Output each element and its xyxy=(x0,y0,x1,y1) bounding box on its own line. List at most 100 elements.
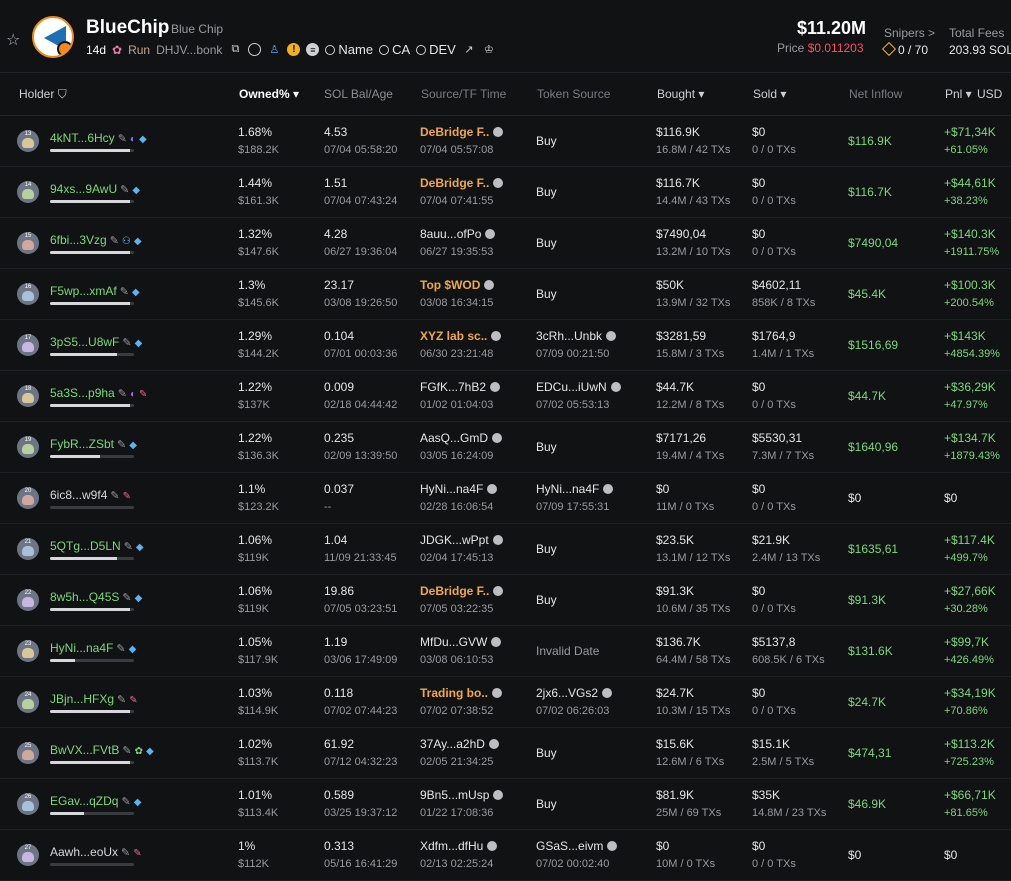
funding-source[interactable]: HyNi...na4F xyxy=(420,482,498,496)
warning-icon[interactable]: ! xyxy=(287,43,301,56)
holder-address[interactable]: 6ic8...w9f4 ✎ ✎ xyxy=(50,488,131,502)
filter-icon[interactable]: ⛉ xyxy=(58,87,67,101)
search-ca-link[interactable]: CA xyxy=(379,42,410,57)
holder-address[interactable]: FybR...ZSbt ✎ ◆ xyxy=(50,437,137,451)
col-holder[interactable]: Holder ⛉ xyxy=(19,87,67,102)
holding-bar xyxy=(50,761,134,764)
funding-source[interactable]: Xdfm...dfHu xyxy=(420,839,498,853)
col-bought[interactable]: Bought ▾ xyxy=(657,87,704,101)
avatar: 24 xyxy=(17,691,39,713)
token-source[interactable]: 2jx6...VGs2 xyxy=(536,686,613,700)
star-icon[interactable]: ☆ xyxy=(6,30,20,50)
edit-icon[interactable]: ✎ xyxy=(110,490,119,502)
copy-icon[interactable]: ⧉ xyxy=(228,43,242,57)
holder-address[interactable]: 94xs...9AwU ✎ ◆ xyxy=(50,182,140,196)
edit-icon[interactable]: ✎ xyxy=(122,592,131,604)
token-source[interactable]: EDCu...iUwN xyxy=(536,380,621,394)
funding-source[interactable]: DeBridge F.. xyxy=(420,176,504,190)
edit-icon[interactable]: ✎ xyxy=(122,745,131,757)
avatar: 19 xyxy=(17,436,39,458)
table-row[interactable]: 16 F5wp...xmAf ✎ ◆ 1.3% $145.6K 23.17 03/0… xyxy=(0,269,1011,320)
funding-source[interactable]: Trading bo.. xyxy=(420,686,502,700)
table-row[interactable]: 24 JBjn...HFXg ✎ ✎ 1.03% $114.9K 0.118 07/… xyxy=(0,677,1011,728)
list-icon[interactable]: ≡ xyxy=(306,43,320,56)
holder-address[interactable]: 4kNT...6Hcy ✎ ◐ ◆ xyxy=(50,131,147,145)
col-pnl[interactable]: Pnl ▾ xyxy=(945,87,972,101)
table-row[interactable]: 23 HyNi...na4F ✎ ◆ 1.05% $117.9K 1.19 03/0… xyxy=(0,626,1011,677)
holder-address[interactable]: F5wp...xmAf ✎ ◆ xyxy=(50,284,140,298)
pnl-value: +$71,34K xyxy=(944,125,996,139)
edit-icon[interactable]: ✎ xyxy=(122,337,131,349)
token-source[interactable]: HyNi...na4F xyxy=(536,482,614,496)
search-dev-link[interactable]: DEV xyxy=(416,42,456,57)
net-inflow: $1516,69 xyxy=(848,338,899,352)
holder-address[interactable]: 3pS5...U8wF ✎ ◆ xyxy=(50,335,142,349)
edit-icon[interactable]: ✎ xyxy=(120,184,129,196)
bought-txs: 10.3M / 15 TXs xyxy=(656,705,731,717)
edit-icon[interactable]: ✎ xyxy=(117,439,126,451)
funding-source[interactable]: Top $WOD xyxy=(420,278,495,292)
token-source[interactable]: GSaS...eivm xyxy=(536,839,618,853)
col-sold[interactable]: Sold ▾ xyxy=(753,87,786,101)
funding-source[interactable]: XYZ lab sc.. xyxy=(420,329,502,343)
holder-address[interactable]: EGav...qZDq ✎ ◆ xyxy=(50,794,141,808)
funding-source[interactable]: DeBridge F.. xyxy=(420,125,504,139)
holder-address[interactable]: Aawh...eoUx ✎ ✎ xyxy=(50,845,142,859)
funding-time: 02/04 17:45:13 xyxy=(420,552,494,564)
funding-source[interactable]: DeBridge F.. xyxy=(420,584,504,598)
funding-source[interactable]: FGfK...7hB2 xyxy=(420,380,501,394)
holder-address[interactable]: JBjn...HFXg ✎ ✎ xyxy=(50,692,138,706)
table-row[interactable]: 22 8w5h...Q45S ✎ ◆ 1.06% $119K 19.86 07/05… xyxy=(0,575,1011,626)
share-icon[interactable]: ↗ xyxy=(462,43,476,57)
token-address[interactable]: DHJV...bonk xyxy=(156,43,222,57)
avatar: 22 xyxy=(17,589,39,611)
table-row[interactable]: 26 EGav...qZDq ✎ ◆ 1.01% $113.4K 0.589 03/… xyxy=(0,779,1011,830)
table-row[interactable]: 20 6ic8...w9f4 ✎ ✎ 1.1% $123.2K 0.037 -- H… xyxy=(0,473,1011,524)
edit-icon[interactable]: ✎ xyxy=(110,235,119,247)
sold-txs: 2.5M / 5 TXs xyxy=(752,756,815,768)
snipers-label[interactable]: Snipers > xyxy=(884,26,935,40)
funding-source[interactable]: AasQ...GmD xyxy=(420,431,503,445)
holder-address[interactable]: 5QTg...D5LN ✎ ◆ xyxy=(50,539,144,553)
edit-icon[interactable]: ✎ xyxy=(116,643,125,655)
table-row[interactable]: 15 6fbi...3Vzg ✎ ⚇ ◆ 1.32% $147.6K 4.28 06/… xyxy=(0,218,1011,269)
usd-toggle[interactable]: USD xyxy=(977,87,1002,101)
edit-icon[interactable]: ✎ xyxy=(118,388,127,400)
edit-icon[interactable]: ✎ xyxy=(121,847,130,859)
sol-age: 07/01 00:03:36 xyxy=(324,348,398,360)
edit-icon[interactable]: ✎ xyxy=(117,694,126,706)
owned-percent: 1% xyxy=(238,839,256,853)
table-row[interactable]: 17 3pS5...U8wF ✎ ◆ 1.29% $144.2K 0.104 07/… xyxy=(0,320,1011,371)
funding-source[interactable]: 9Bn5...mUsp xyxy=(420,788,504,802)
user-icon[interactable]: ♙ xyxy=(267,43,281,57)
funding-source[interactable]: JDGK...wPpt xyxy=(420,533,503,547)
holder-address[interactable]: 6fbi...3Vzg ✎ ⚇ ◆ xyxy=(50,233,142,247)
table-row[interactable]: 14 94xs...9AwU ✎ ◆ 1.44% $161.3K 1.51 07/0… xyxy=(0,167,1011,218)
holder-address[interactable]: 5a3S...p9ha ✎ ◐ ✎ xyxy=(50,386,147,400)
edit-icon[interactable]: ✎ xyxy=(120,286,129,298)
sold-value: $0 xyxy=(752,125,766,139)
token-source: Buy xyxy=(536,440,557,454)
bought-txs: 14.4M / 43 TXs xyxy=(656,195,731,207)
globe-icon[interactable] xyxy=(248,43,262,56)
crown-icon[interactable]: ♔ xyxy=(482,43,496,57)
funding-source[interactable]: MfDu...GVW xyxy=(420,635,502,649)
edit-icon[interactable]: ✎ xyxy=(121,796,130,808)
search-name-link[interactable]: Name xyxy=(325,42,373,57)
table-row[interactable]: 27 Aawh...eoUx ✎ ✎ 1% $112K 0.313 05/16 16… xyxy=(0,830,1011,881)
token-source[interactable]: 3cRh...Unbk xyxy=(536,329,617,343)
table-row[interactable]: 25 BwVX...FVtB ✎ ✿ ◆ 1.02% $113.7K 61.92 07… xyxy=(0,728,1011,779)
funding-source[interactable]: 8auu...ofPo xyxy=(420,227,496,241)
holder-address[interactable]: BwVX...FVtB ✎ ✿ ◆ xyxy=(50,743,154,757)
table-row[interactable]: 19 FybR...ZSbt ✎ ◆ 1.22% $136.3K 0.235 02/… xyxy=(0,422,1011,473)
holder-address[interactable]: 8w5h...Q45S ✎ ◆ xyxy=(50,590,142,604)
holder-address[interactable]: HyNi...na4F ✎ ◆ xyxy=(50,641,136,655)
table-row[interactable]: 18 5a3S...p9ha ✎ ◐ ✎ 1.22% $137K 0.009 02/1… xyxy=(0,371,1011,422)
table-row[interactable]: 13 4kNT...6Hcy ✎ ◐ ◆ 1.68% $188.2K 4.53 07/… xyxy=(0,116,1011,167)
edit-icon[interactable]: ✎ xyxy=(118,133,127,145)
edit-icon[interactable]: ✎ xyxy=(124,541,133,553)
table-row[interactable]: 21 5QTg...D5LN ✎ ◆ 1.06% $119K 1.04 11/09 … xyxy=(0,524,1011,575)
col-owned[interactable]: Owned% ▾ xyxy=(239,87,299,101)
funding-source[interactable]: 37Ay...a2hD xyxy=(420,737,499,751)
col-source: Source/TF Time xyxy=(421,87,507,101)
